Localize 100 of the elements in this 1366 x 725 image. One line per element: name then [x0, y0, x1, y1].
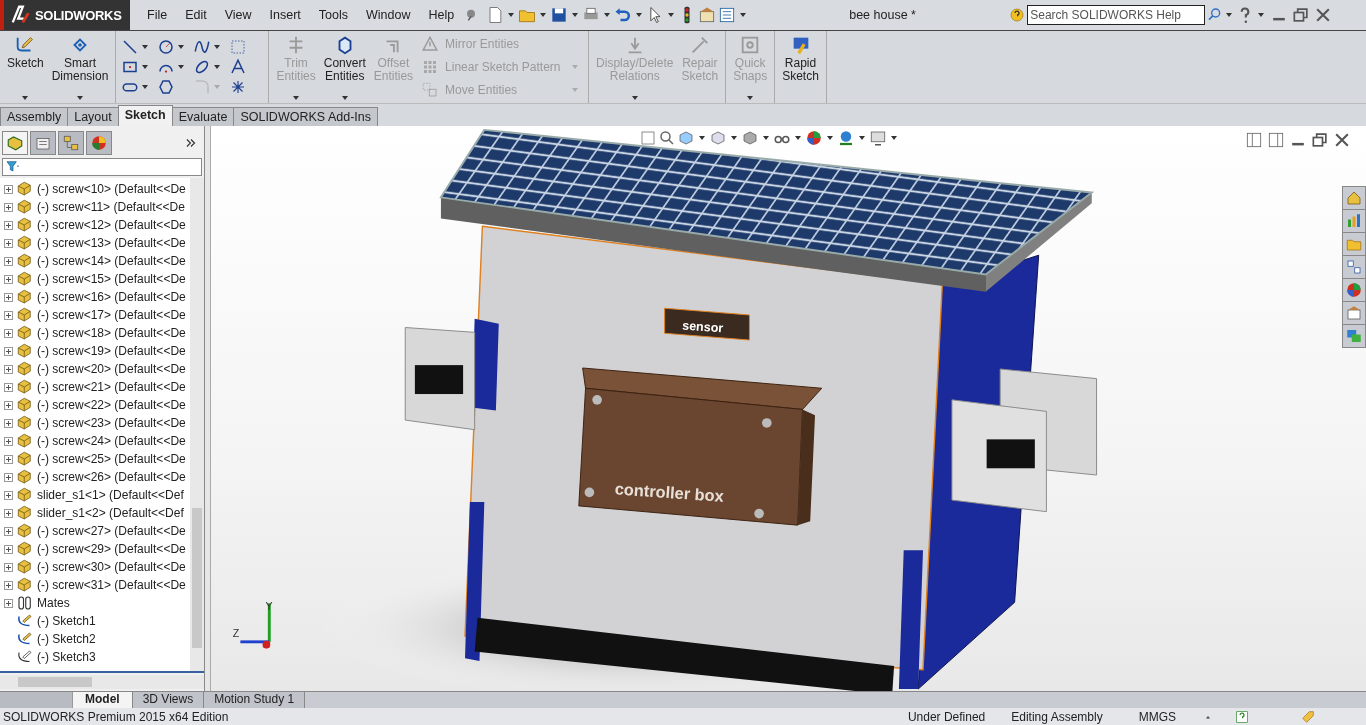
caret-icon[interactable]: [214, 65, 221, 69]
tree-item[interactable]: (-) screw<31> (Default<<De: [0, 576, 190, 594]
task-pane-tab[interactable]: [1343, 210, 1365, 232]
caret-icon[interactable]: [22, 96, 29, 100]
tree-item[interactable]: (-) screw<14> (Default<<De: [0, 252, 190, 270]
menu-item[interactable]: Insert: [260, 8, 310, 22]
tree-item[interactable]: (-) screw<24> (Default<<De: [0, 432, 190, 450]
sketch-tool-icon[interactable]: [229, 58, 248, 76]
tree-item[interactable]: (-) Sketch1: [0, 612, 190, 630]
vertical-scrollbar[interactable]: [190, 178, 204, 671]
tree-item[interactable]: (-) screw<21> (Default<<De: [0, 378, 190, 396]
menu-item[interactable]: Tools: [309, 8, 358, 22]
tree-item[interactable]: Mates: [0, 594, 190, 612]
caret-icon[interactable]: [142, 65, 149, 69]
panel-tab[interactable]: [30, 131, 56, 155]
tree-item[interactable]: (-) Sketch3: [0, 648, 190, 666]
caret-icon[interactable]: [604, 13, 611, 17]
command-button[interactable]: Smart Dimension: [47, 31, 113, 103]
tree-item[interactable]: slider_s1<2> (Default<<Def: [0, 504, 190, 522]
tree-item[interactable]: (-) screw<18> (Default<<De: [0, 324, 190, 342]
task-pane-tab[interactable]: [1343, 279, 1365, 301]
tree-item[interactable]: (-) screw<19> (Default<<De: [0, 342, 190, 360]
sketch-tool-icon[interactable]: [193, 38, 212, 56]
command-button[interactable]: Convert Entities: [319, 31, 370, 103]
search-field[interactable]: Search SOLIDWORKS Help: [1027, 5, 1206, 25]
tree-item[interactable]: (-) screw<13> (Default<<De: [0, 234, 190, 252]
caret-icon[interactable]: [1226, 13, 1233, 17]
caret-icon[interactable]: [214, 45, 221, 49]
tree-item[interactable]: (-) screw<16> (Default<<De: [0, 288, 190, 306]
menu-item[interactable]: Window: [357, 8, 420, 22]
caret-icon[interactable]: [142, 85, 149, 89]
bottom-tab[interactable]: Model: [73, 692, 133, 708]
bottom-tab[interactable]: Motion Study 1: [204, 692, 306, 708]
monitor-icon[interactable]: [869, 129, 887, 147]
tree-item[interactable]: (-) screw<20> (Default<<De: [0, 360, 190, 378]
caret-icon[interactable]: [178, 45, 185, 49]
ribbon-tab[interactable]: Layout: [67, 107, 119, 126]
tree-item[interactable]: (-) screw<11> (Default<<De: [0, 198, 190, 216]
caret-icon[interactable]: [668, 13, 675, 17]
tree-item[interactable]: (-) screw<26> (Default<<De: [0, 468, 190, 486]
command-button[interactable]: Rapid Sketch: [778, 31, 823, 103]
appearance-icon[interactable]: [805, 129, 823, 147]
panel-tab[interactable]: [58, 131, 84, 155]
sketch-tool-icon[interactable]: [157, 78, 176, 96]
ribbon-tab[interactable]: Assembly: [0, 107, 69, 126]
menu-item[interactable]: View: [215, 8, 261, 22]
caret-icon[interactable]: [795, 136, 801, 140]
split-right-icon[interactable]: [1266, 130, 1286, 150]
tree-item[interactable]: (-) screw<23> (Default<<De: [0, 414, 190, 432]
tree-item[interactable]: (-) screw<27> (Default<<De: [0, 522, 190, 540]
task-pane-tab[interactable]: [1343, 256, 1365, 278]
scene-icon[interactable]: [837, 129, 855, 147]
caret-icon[interactable]: [341, 96, 348, 100]
tree-item[interactable]: (-) screw<15> (Default<<De: [0, 270, 190, 288]
caret-icon[interactable]: [827, 136, 833, 140]
caret-icon[interactable]: [508, 13, 515, 17]
horizontal-scrollbar[interactable]: [0, 675, 204, 689]
ribbon-tab[interactable]: Evaluate: [171, 107, 235, 126]
caret-icon[interactable]: [740, 13, 747, 17]
magnifier-icon[interactable]: [658, 129, 676, 147]
caret-icon[interactable]: [636, 13, 643, 17]
tree-item[interactable]: (-) screw<30> (Default<<De: [0, 558, 190, 576]
panel-collapse-handle[interactable]: [205, 126, 211, 691]
sketch-tool-icon[interactable]: [157, 38, 176, 56]
menu-item[interactable]: Help: [419, 8, 464, 22]
caret-icon[interactable]: [142, 45, 149, 49]
filter-field[interactable]: [2, 158, 202, 176]
caret-icon[interactable]: [891, 136, 897, 140]
panel-tab[interactable]: [2, 131, 28, 155]
tree-item[interactable]: (-) screw<29> (Default<<De: [0, 540, 190, 558]
task-pane-tab[interactable]: [1343, 325, 1365, 347]
split-left-icon[interactable]: [1244, 130, 1264, 150]
tree-item[interactable]: (-) Sketch2: [0, 630, 190, 648]
restore-icon[interactable]: [1310, 130, 1330, 150]
task-pane-tab[interactable]: [1343, 302, 1365, 324]
tree-item[interactable]: (-) screw<22> (Default<<De: [0, 396, 190, 414]
caret-icon[interactable]: [572, 13, 579, 17]
panel-tab[interactable]: [86, 131, 112, 155]
command-button[interactable]: Sketch: [3, 31, 48, 103]
help-icon[interactable]: [1234, 708, 1250, 725]
display-style-icon[interactable]: [741, 129, 759, 147]
bottom-tab[interactable]: 3D Views: [132, 692, 205, 708]
expand-icon[interactable]: [184, 136, 198, 150]
ribbon-tab[interactable]: SOLIDWORKS Add-Ins: [233, 107, 378, 126]
caret-icon[interactable]: [178, 65, 185, 69]
ribbon-tab[interactable]: Sketch: [117, 105, 173, 126]
tree-item[interactable]: (-) screw<17> (Default<<De: [0, 306, 190, 324]
caret-icon[interactable]: [731, 136, 737, 140]
tree-item[interactable]: (-) screw<12> (Default<<De: [0, 216, 190, 234]
tree-item[interactable]: slider_s1<1> (Default<<Def: [0, 486, 190, 504]
caret-icon[interactable]: [859, 136, 865, 140]
caret-icon[interactable]: [763, 136, 769, 140]
caret-icon[interactable]: [77, 96, 84, 100]
menu-item[interactable]: File: [138, 8, 177, 22]
tree-item[interactable]: (-) screw<25> (Default<<De: [0, 450, 190, 468]
caret-icon[interactable]: [699, 136, 705, 140]
menu-item[interactable]: Edit: [176, 8, 216, 22]
tree-item[interactable]: (-) screw<10> (Default<<De: [0, 180, 190, 198]
task-pane-tab[interactable]: [1343, 187, 1365, 209]
caret-icon[interactable]: [1258, 13, 1265, 17]
